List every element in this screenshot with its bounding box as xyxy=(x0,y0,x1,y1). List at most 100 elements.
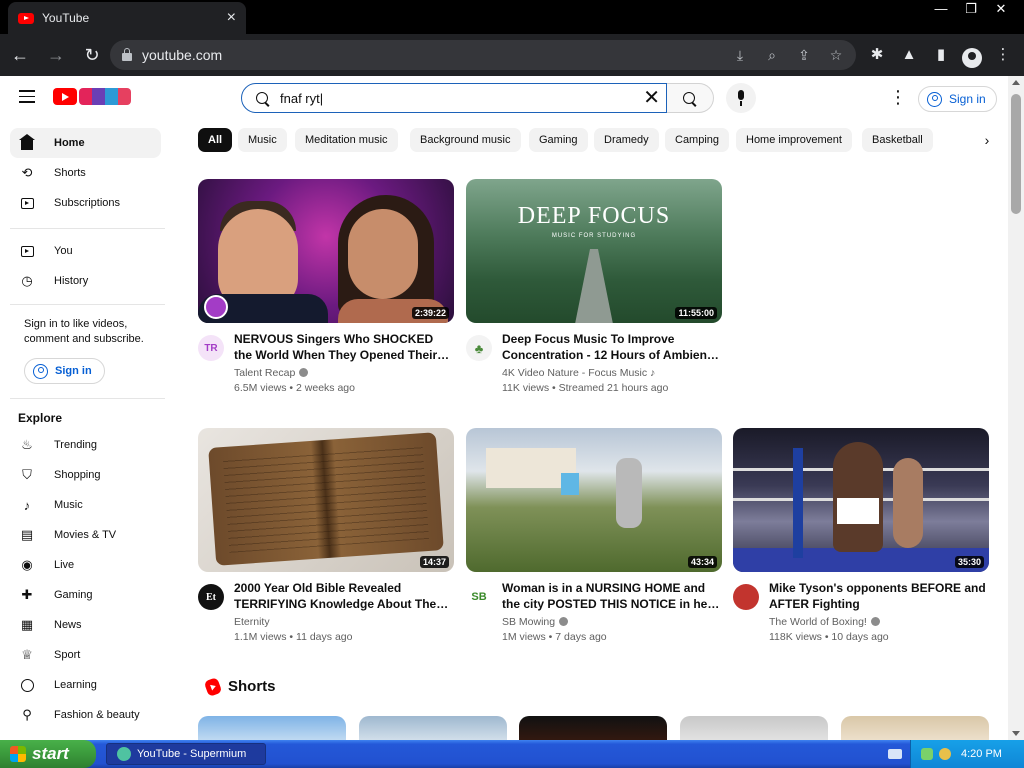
search-box[interactable]: ✕ xyxy=(241,83,667,113)
flask-icon[interactable]: ▲ xyxy=(898,40,920,70)
start-button[interactable]: start xyxy=(0,740,96,768)
chip-gaming[interactable]: Gaming xyxy=(529,128,588,152)
window-controls: — ❐ ✕ xyxy=(926,0,1016,18)
chip-all[interactable]: All xyxy=(198,128,233,152)
share-icon[interactable]: ⇪ xyxy=(794,47,814,64)
channel-avatar[interactable]: SB xyxy=(466,584,492,610)
video-card[interactable]: 35:30 Mike Tyson's opponents BEFORE and … xyxy=(733,428,989,653)
clear-search-icon[interactable]: ✕ xyxy=(643,86,660,110)
scroll-up-arrow-icon[interactable] xyxy=(1012,80,1020,85)
video-title[interactable]: Mike Tyson's opponents BEFORE and AFTER … xyxy=(769,580,987,612)
video-title[interactable]: Deep Focus Music To Improve Concentratio… xyxy=(502,331,720,363)
restore-button[interactable]: ❐ xyxy=(956,0,986,18)
chip-meditation-music[interactable]: Meditation music xyxy=(295,128,398,152)
minimize-button[interactable]: — xyxy=(926,0,956,18)
lock-icon[interactable] xyxy=(122,48,132,61)
network-icon[interactable] xyxy=(921,748,933,760)
sidebar-item-trending[interactable]: ♨ Trending xyxy=(10,430,161,460)
channel-name[interactable]: Talent Recap xyxy=(234,367,309,379)
settings-kebab-icon[interactable]: ⋮ xyxy=(888,86,908,110)
close-icon[interactable]: × xyxy=(227,9,236,27)
address-url[interactable]: youtube.com xyxy=(142,47,730,63)
channel-name[interactable]: Eternity xyxy=(234,616,270,628)
channel-name[interactable]: The World of Boxing! xyxy=(769,616,880,628)
channel-avatar[interactable]: TR xyxy=(198,335,224,361)
browser-menu-icon[interactable]: ⋮ xyxy=(992,40,1014,70)
clock[interactable]: 4:20 PM xyxy=(961,748,1002,760)
video-title[interactable]: 2000 Year Old Bible Revealed TERRIFYING … xyxy=(234,580,452,612)
video-card[interactable]: 2:39:22 TR NERVOUS Singers Who SHOCKED t… xyxy=(198,179,454,404)
sidebar-item-sport[interactable]: ♕ Sport xyxy=(10,640,161,670)
profile-avatar-icon[interactable] xyxy=(962,47,982,68)
sidebar-item-you[interactable]: You xyxy=(10,236,161,266)
side-panel-icon[interactable]: ▮ xyxy=(930,40,952,70)
close-window-button[interactable]: ✕ xyxy=(986,0,1016,18)
address-bar[interactable]: youtube.com ⤓ ⌕ ⇪ ☆ xyxy=(110,40,856,70)
install-icon[interactable]: ⤓ xyxy=(730,47,750,64)
sidebar-signin-button[interactable]: Sign in xyxy=(24,358,105,384)
keyboard-icon[interactable] xyxy=(888,749,902,759)
forward-arrow-icon[interactable]: → xyxy=(40,39,72,71)
page-scrollbar[interactable] xyxy=(1008,76,1024,740)
scrollbar-thumb[interactable] xyxy=(1011,94,1021,214)
sidebar-divider xyxy=(10,398,165,399)
back-arrow-icon[interactable]: ← xyxy=(4,39,36,71)
video-thumbnail[interactable]: 43:34 xyxy=(466,428,722,572)
channel-avatar-boxing-icon[interactable] xyxy=(733,584,759,610)
channel-name[interactable]: 4K Video Nature - Focus Music ♪ xyxy=(502,367,655,379)
scroll-down-arrow-icon[interactable] xyxy=(1012,731,1020,736)
taskbar-item-youtube[interactable]: YouTube - Supermium xyxy=(106,743,266,765)
sidebar-item-music[interactable]: ♪ Music xyxy=(10,490,161,520)
bookmark-star-icon[interactable]: ☆ xyxy=(826,47,846,64)
video-meta: 11K views • Streamed 21 hours ago xyxy=(502,382,669,394)
voice-search-mic-icon[interactable] xyxy=(726,83,756,113)
header-signin-button[interactable]: Sign in xyxy=(918,86,997,112)
sidebar-item-shorts[interactable]: ⟲ Shorts xyxy=(10,158,161,188)
shopping-icon: ⛉ xyxy=(22,467,32,482)
youtube-doodle-logo xyxy=(79,88,131,105)
zoom-icon[interactable]: ⌕ xyxy=(762,47,782,64)
sidebar-item-label: Shorts xyxy=(54,167,86,179)
youtube-header: ✕ ⋮ Sign in xyxy=(0,76,1008,120)
video-thumbnail[interactable]: 14:37 xyxy=(198,428,454,572)
chip-basketball[interactable]: Basketball xyxy=(862,128,933,152)
video-card[interactable]: DEEP FOCUS MUSIC FOR STUDYING 11:55:00 ♣… xyxy=(466,179,722,404)
sidebar-item-home[interactable]: Home xyxy=(10,128,161,158)
learning-bulb-icon xyxy=(20,678,34,692)
chip-dramedy[interactable]: Dramedy xyxy=(594,128,659,152)
channel-avatar-tree-icon[interactable]: ♣ xyxy=(466,335,492,361)
sidebar-item-news[interactable]: ▦ News xyxy=(10,610,161,640)
menu-hamburger-icon[interactable] xyxy=(19,90,35,104)
channel-name[interactable]: SB Mowing xyxy=(502,616,569,628)
chip-background-music[interactable]: Background music xyxy=(410,128,521,152)
sidebar-item-label: History xyxy=(54,275,89,287)
extensions-puzzle-icon[interactable]: ✱ xyxy=(866,40,888,70)
video-thumbnail[interactable]: 2:39:22 xyxy=(198,179,454,323)
reload-icon[interactable]: ↻ xyxy=(76,39,108,71)
video-thumbnail[interactable]: 35:30 xyxy=(733,428,989,572)
video-thumbnail[interactable]: DEEP FOCUS MUSIC FOR STUDYING 11:55:00 xyxy=(466,179,722,323)
chip-home-improvement[interactable]: Home improvement xyxy=(736,128,852,152)
youtube-logo[interactable] xyxy=(53,88,131,105)
video-title[interactable]: NERVOUS Singers Who SHOCKED the World Wh… xyxy=(234,331,452,363)
search-input[interactable] xyxy=(280,90,620,106)
video-title[interactable]: Woman is in a NURSING HOME and the city … xyxy=(502,580,720,612)
sidebar-item-history[interactable]: ◷ History xyxy=(10,266,161,296)
browser-tab[interactable]: YouTube × xyxy=(8,2,246,34)
sidebar-item-movies[interactable]: ▤ Movies & TV xyxy=(10,520,161,550)
video-card[interactable]: 43:34 SB Woman is in a NURSING HOME and … xyxy=(466,428,722,653)
channel-avatar[interactable]: Et xyxy=(198,584,224,610)
sidebar-item-live[interactable]: ◉ Live xyxy=(10,550,161,580)
sidebar-item-fashion[interactable]: ⚲ Fashion & beauty xyxy=(10,700,161,730)
search-button[interactable] xyxy=(667,83,714,113)
video-card[interactable]: 14:37 Et 2000 Year Old Bible Revealed TE… xyxy=(198,428,454,653)
chip-music[interactable]: Music xyxy=(238,128,287,152)
sidebar-item-subscriptions[interactable]: Subscriptions xyxy=(10,188,161,218)
chip-camping[interactable]: Camping xyxy=(665,128,730,152)
sidebar-item-gaming[interactable]: ✚ Gaming xyxy=(10,580,161,610)
chevron-right-icon[interactable]: › xyxy=(976,128,998,152)
sidebar-item-learning[interactable]: Learning xyxy=(10,670,161,700)
verified-check-icon xyxy=(559,617,569,626)
sidebar-item-shopping[interactable]: ⛉ Shopping xyxy=(10,460,161,490)
search-tray-icon[interactable] xyxy=(939,748,951,760)
